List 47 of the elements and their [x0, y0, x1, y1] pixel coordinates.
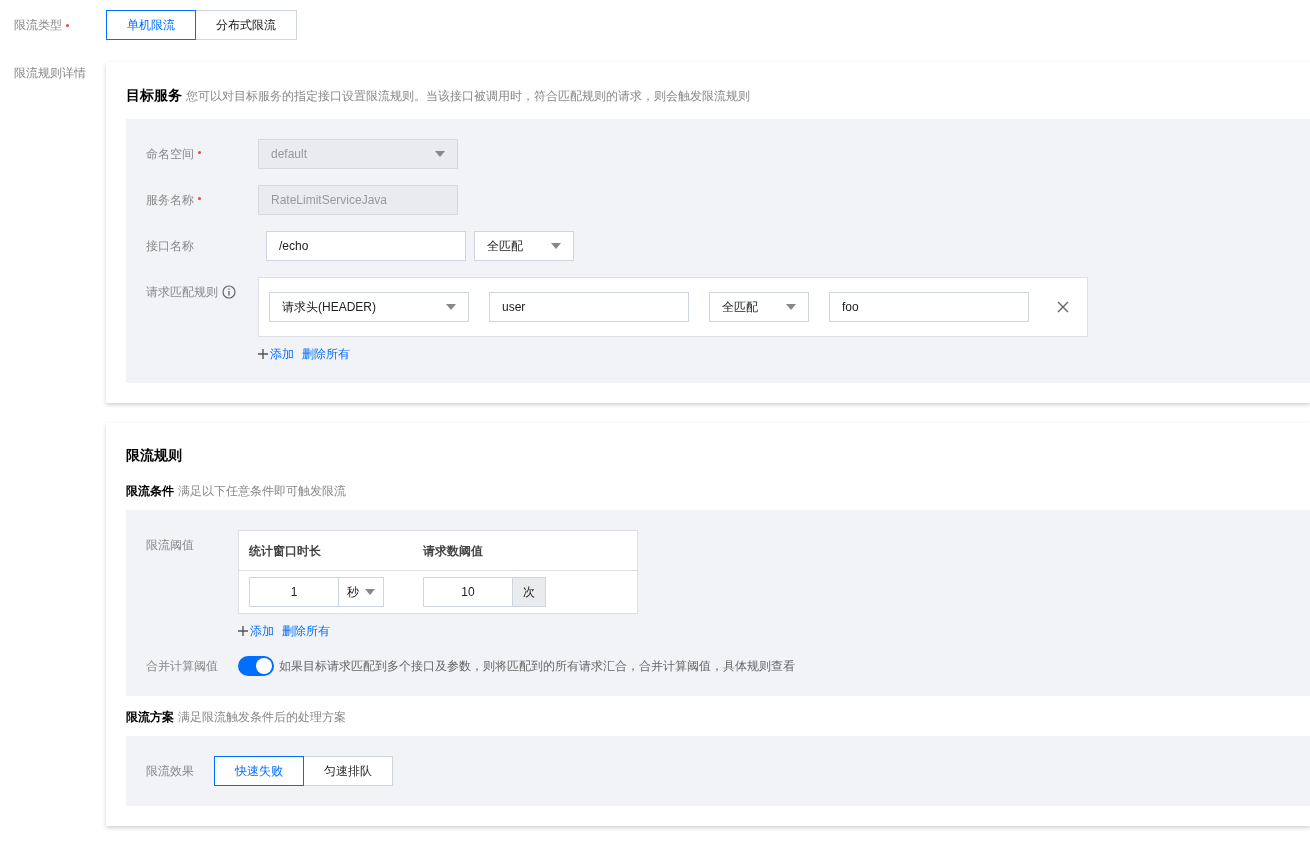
- add-link[interactable]: 添加: [238, 622, 274, 640]
- plus-icon: [258, 349, 268, 359]
- caret-icon: [786, 304, 796, 310]
- segment-option[interactable]: 快速失败: [214, 756, 304, 786]
- toggle-description: 如果目标请求匹配到多个接口及参数，则将匹配到的所有请求汇合，合并计算阈值，具体规则查看: [279, 658, 795, 675]
- subsection-title: 限流条件: [126, 483, 174, 500]
- caret-icon: [446, 304, 456, 310]
- plus-icon: [238, 626, 248, 636]
- segment-option[interactable]: 单机限流: [106, 10, 196, 40]
- delete-all-link[interactable]: 删除所有: [282, 622, 330, 640]
- field-label: 命名空间: [146, 146, 194, 163]
- section-title: 目标服务: [126, 86, 182, 105]
- field-label: 限流效果: [146, 764, 194, 778]
- section-title: 限流规则: [126, 446, 183, 465]
- subsection-title: 限流方案: [126, 709, 174, 726]
- input-field[interactable]: user: [489, 292, 689, 322]
- segment-option[interactable]: 分布式限流: [195, 10, 297, 40]
- section-description: 满足以下任意条件即可触发限流: [178, 483, 346, 500]
- caret-icon: [435, 151, 445, 157]
- input-field[interactable]: /echo: [266, 231, 466, 261]
- field-label: 服务名称: [146, 192, 194, 209]
- section-description: 您可以对目标服务的指定接口设置限流规则。当该接口被调用时，符合匹配规则的请求，则会触发限流规则: [186, 88, 750, 105]
- unit-addon: 次: [512, 577, 546, 607]
- field-label: 限流规则详情: [14, 66, 86, 80]
- column-header: 请求数阈值: [423, 542, 483, 560]
- input-field[interactable]: 1: [249, 577, 339, 607]
- delete-all-link[interactable]: 删除所有: [302, 345, 350, 363]
- field-label: 限流阈值: [146, 538, 194, 552]
- close-icon[interactable]: [1057, 301, 1069, 313]
- toggle-switch[interactable]: [238, 656, 274, 676]
- segment-option[interactable]: 匀速排队: [303, 756, 393, 786]
- section-description: 满足限流触发条件后的处理方案: [178, 709, 346, 726]
- select-field[interactable]: 全匹配: [709, 292, 809, 322]
- caret-icon: [551, 243, 561, 249]
- info-icon[interactable]: [222, 285, 236, 299]
- caret-icon: [365, 589, 375, 595]
- field-label: 请求匹配规则: [146, 284, 218, 301]
- input-field[interactable]: foo: [829, 292, 1029, 322]
- unit-select[interactable]: 秒: [338, 577, 384, 607]
- select-field[interactable]: 请求头(HEADER): [269, 292, 469, 322]
- select-field[interactable]: 全匹配: [474, 231, 574, 261]
- add-link[interactable]: 添加: [258, 345, 294, 363]
- column-header: 统计窗口时长: [249, 542, 322, 560]
- field-label: 接口名称: [146, 238, 194, 255]
- input-field[interactable]: 10: [423, 577, 513, 607]
- field-label: 合并计算阈值: [146, 659, 218, 673]
- field-label: 限流类型: [14, 17, 62, 34]
